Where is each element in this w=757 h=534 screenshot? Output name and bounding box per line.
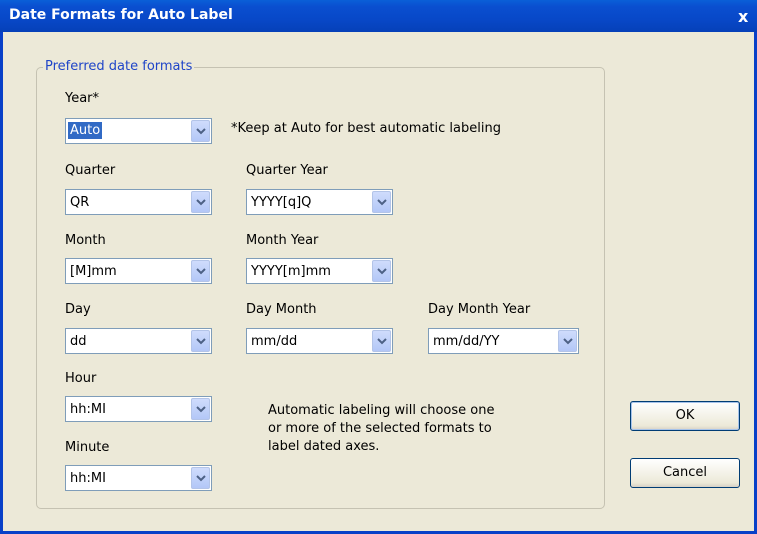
- chevron-down-icon[interactable]: [191, 260, 210, 282]
- group-title: Preferred date formats: [43, 59, 195, 74]
- chevron-down-icon[interactable]: [191, 330, 210, 352]
- title-bar: Date Formats for Auto Label x: [0, 0, 757, 32]
- cancel-button[interactable]: Cancel: [630, 458, 740, 488]
- chevron-down-icon[interactable]: [191, 398, 210, 420]
- close-icon[interactable]: x: [738, 7, 748, 26]
- year-select[interactable]: Auto: [65, 118, 212, 144]
- day-month-label: Day Month: [246, 302, 317, 317]
- info-line-1: Automatic labeling will choose one: [268, 403, 495, 418]
- month-value: [M]mm: [70, 264, 117, 279]
- chevron-down-icon[interactable]: [191, 467, 210, 489]
- day-month-year-select[interactable]: mm/dd/YY: [428, 328, 579, 354]
- year-note: *Keep at Auto for best automatic labelin…: [231, 121, 501, 136]
- year-label: Year*: [65, 91, 100, 106]
- chevron-down-icon[interactable]: [372, 330, 391, 352]
- day-select[interactable]: dd: [65, 328, 212, 354]
- info-line-3: label dated axes.: [268, 439, 380, 454]
- quarter-label: Quarter: [65, 163, 116, 178]
- minute-select[interactable]: hh:MI: [65, 465, 212, 491]
- chevron-down-icon[interactable]: [558, 330, 577, 352]
- day-month-value: mm/dd: [251, 334, 298, 349]
- month-select[interactable]: [M]mm: [65, 258, 212, 284]
- chevron-down-icon[interactable]: [191, 120, 210, 142]
- chevron-down-icon[interactable]: [372, 191, 391, 213]
- ok-button[interactable]: OK: [630, 401, 740, 431]
- day-month-year-value: mm/dd/YY: [433, 334, 500, 349]
- quarter-year-select[interactable]: YYYY[q]Q: [246, 189, 393, 215]
- hour-select[interactable]: hh:MI: [65, 396, 212, 422]
- quarter-year-label: Quarter Year: [246, 163, 328, 178]
- window-frame-left: [0, 32, 3, 534]
- day-month-year-label: Day Month Year: [428, 302, 531, 317]
- quarter-value: QR: [70, 195, 90, 210]
- quarter-year-value: YYYY[q]Q: [251, 195, 312, 210]
- quarter-select[interactable]: QR: [65, 189, 212, 215]
- day-label: Day: [65, 302, 91, 317]
- hour-value: hh:MI: [70, 402, 106, 417]
- month-label: Month: [65, 233, 106, 248]
- day-month-select[interactable]: mm/dd: [246, 328, 393, 354]
- chevron-down-icon[interactable]: [372, 260, 391, 282]
- year-value: Auto: [68, 122, 103, 139]
- month-year-select[interactable]: YYYY[m]mm: [246, 258, 393, 284]
- hour-label: Hour: [65, 371, 97, 386]
- day-value: dd: [70, 334, 87, 349]
- month-year-value: YYYY[m]mm: [251, 264, 331, 279]
- month-year-label: Month Year: [246, 233, 319, 248]
- minute-label: Minute: [65, 440, 110, 455]
- minute-value: hh:MI: [70, 471, 106, 486]
- info-line-2: or more of the selected formats to: [268, 421, 492, 436]
- window-title: Date Formats for Auto Label: [9, 7, 233, 23]
- chevron-down-icon[interactable]: [191, 191, 210, 213]
